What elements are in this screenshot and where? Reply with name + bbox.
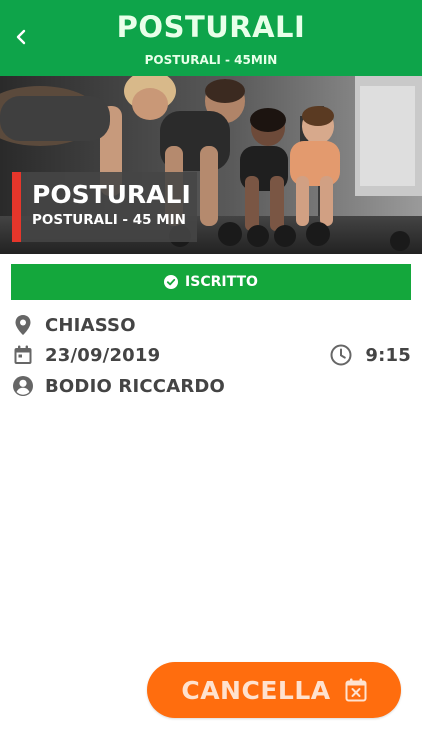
time-text: 9:15 — [365, 344, 411, 366]
time-row: 9:15 — [329, 342, 411, 368]
calendar-remove-icon — [345, 678, 367, 702]
status-label: ISCRITTO — [185, 274, 258, 290]
instructor-row: BODIO RICCARDO — [11, 373, 225, 399]
clock-icon — [329, 343, 353, 367]
date-text: 23/09/2019 — [45, 344, 161, 366]
hero-title: POSTURALI — [32, 180, 191, 209]
app-header: POSTURALI POSTURALI - 45MIN — [0, 0, 422, 76]
account-circle-icon — [11, 374, 35, 398]
location-text: CHIASSO — [45, 314, 136, 336]
cancel-button-label: CANCELLA — [181, 675, 331, 705]
check-circle-icon — [164, 275, 179, 289]
enrollment-status-badge: ISCRITTO — [11, 264, 411, 300]
instructor-text: BODIO RICCARDO — [45, 375, 226, 397]
class-hero-image: POSTURALI POSTURALI - 45 MIN — [0, 76, 422, 254]
location-pin-icon — [11, 313, 35, 337]
hero-subtitle: POSTURALI - 45 MIN — [32, 212, 186, 228]
page-subtitle: POSTURALI - 45MIN — [144, 53, 278, 67]
calendar-icon — [11, 343, 35, 367]
location-row: CHIASSO — [11, 312, 136, 338]
page-title: POSTURALI — [116, 10, 306, 44]
cancel-booking-button[interactable]: CANCELLA — [147, 662, 401, 718]
date-row: 23/09/2019 — [11, 342, 160, 368]
hero-caption: POSTURALI POSTURALI - 45 MIN — [12, 172, 197, 242]
